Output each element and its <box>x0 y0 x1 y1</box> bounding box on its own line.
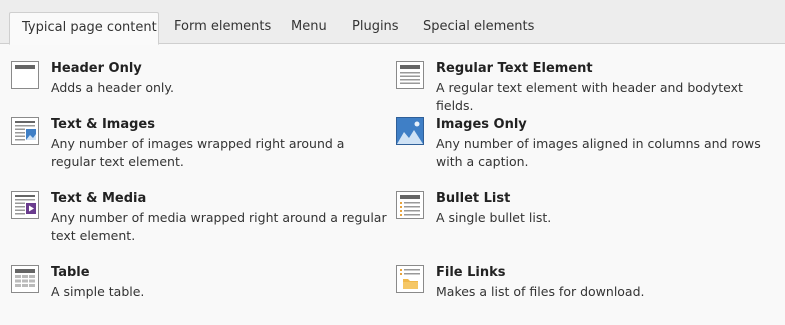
tab-bar: Typical page content Form elements Menu … <box>0 0 785 45</box>
item-description: Any number of media wrapped right around… <box>51 210 387 243</box>
content-type-images-only[interactable]: Images Only Any number of images aligned… <box>396 117 781 177</box>
tab-typical-page-content[interactable]: Typical page content <box>9 12 159 45</box>
item-description: Makes a list of files for download. <box>436 284 645 299</box>
tab-special-elements[interactable]: Special elements <box>411 12 546 44</box>
item-title: Header Only <box>51 61 142 76</box>
header-only-icon <box>11 61 39 89</box>
item-description: Any number of images aligned in columns … <box>436 136 761 169</box>
item-description: Adds a header only. <box>51 80 174 95</box>
bullet-list-icon <box>396 191 424 219</box>
text-images-icon <box>11 117 39 145</box>
content-type-header-only[interactable]: Header Only Adds a header only. <box>11 61 381 121</box>
item-title: Images Only <box>436 117 527 132</box>
item-description: A single bullet list. <box>436 210 552 225</box>
item-description: A simple table. <box>51 284 145 299</box>
tab-menu[interactable]: Menu <box>279 12 339 44</box>
content-type-text-images[interactable]: Text & Images Any number of images wrapp… <box>11 117 381 177</box>
item-description: A regular text element with header and b… <box>436 80 743 113</box>
content-type-file-links[interactable]: File Links Makes a list of files for dow… <box>396 265 781 325</box>
item-title: Text & Images <box>51 117 155 132</box>
content-type-table[interactable]: Table A simple table. <box>11 265 381 325</box>
item-title: Regular Text Element <box>436 61 593 76</box>
tab-form-elements[interactable]: Form elements <box>162 12 283 44</box>
item-title: Bullet List <box>436 191 511 206</box>
item-description: Any number of images wrapped right aroun… <box>51 136 345 169</box>
content-type-bullet-list[interactable]: Bullet List A single bullet list. <box>396 191 781 251</box>
tab-plugins[interactable]: Plugins <box>340 12 411 44</box>
content-type-regular-text[interactable]: Regular Text Element A regular text elem… <box>396 61 781 121</box>
images-only-icon <box>396 117 424 145</box>
file-links-icon <box>396 265 424 293</box>
text-element-icon <box>396 61 424 89</box>
text-media-icon <box>11 191 39 219</box>
content-type-text-media[interactable]: Text & Media Any number of media wrapped… <box>11 191 387 251</box>
item-title: Text & Media <box>51 191 147 206</box>
item-title: File Links <box>436 265 506 280</box>
table-icon <box>11 265 39 293</box>
item-title: Table <box>51 265 90 280</box>
